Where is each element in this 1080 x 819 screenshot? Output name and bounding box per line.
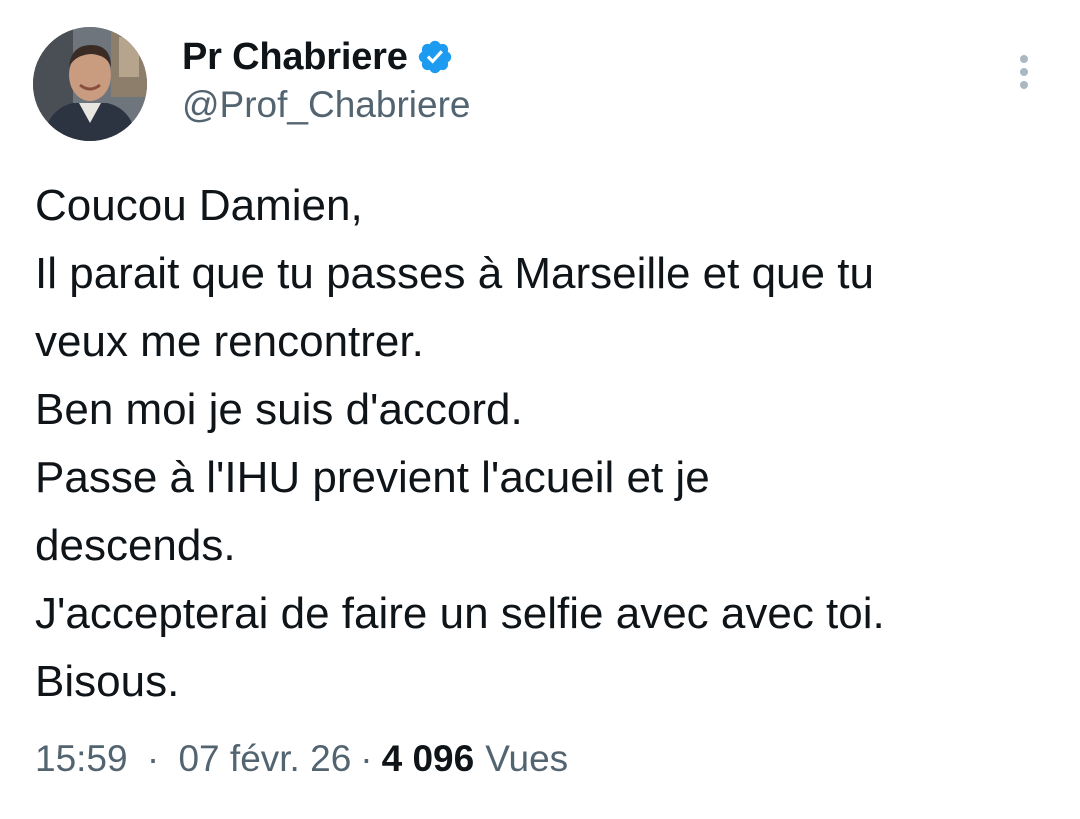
author-display-name[interactable]: Pr Chabriere xyxy=(182,36,408,79)
more-options-button[interactable] xyxy=(1006,48,1042,98)
more-vertical-icon xyxy=(1020,55,1028,89)
verified-badge-icon[interactable] xyxy=(416,38,454,76)
tweet-date: 07 févr. 26 xyxy=(178,738,352,779)
tweet-time: 15:59 xyxy=(35,738,128,779)
tweet-timestamp-link[interactable]: 15:59 · 07 févr. 26 xyxy=(35,738,351,780)
tweet-text-line: J'accepterai de faire un selfie avec ave… xyxy=(35,589,885,638)
author-avatar[interactable] xyxy=(33,27,147,141)
meta-separator: · xyxy=(146,738,160,779)
tweet-meta: 15:59 · 07 févr. 26 · 4 096 Vues xyxy=(35,738,568,780)
tweet-text-line: Passe à l'IHU previent l'acueil et je xyxy=(35,453,710,502)
author-handle[interactable]: @Prof_Chabriere xyxy=(182,84,470,126)
tweet-text-line: Coucou Damien, xyxy=(35,181,363,230)
tweet-text: Coucou Damien, Il parait que tu passes à… xyxy=(35,172,1055,716)
views-label: Vues xyxy=(485,738,569,779)
views-count: 4 096 xyxy=(381,738,475,779)
meta-separator: · xyxy=(360,738,373,779)
tweet-views-link[interactable]: 4 096 Vues xyxy=(382,738,569,780)
avatar-photo xyxy=(33,27,147,141)
tweet-text-line: descends. xyxy=(35,521,236,570)
tweet-text-line: Ben moi je suis d'accord. xyxy=(35,385,523,434)
tweet-card: Pr Chabriere @Prof_Chabriere Coucou Dami… xyxy=(0,0,1080,819)
tweet-text-line: veux me rencontrer. xyxy=(35,317,424,366)
tweet-text-line: Bisous. xyxy=(35,657,180,706)
tweet-text-line: Il parait que tu passes à Marseille et q… xyxy=(35,249,874,298)
author-name-row: Pr Chabriere xyxy=(182,34,454,80)
